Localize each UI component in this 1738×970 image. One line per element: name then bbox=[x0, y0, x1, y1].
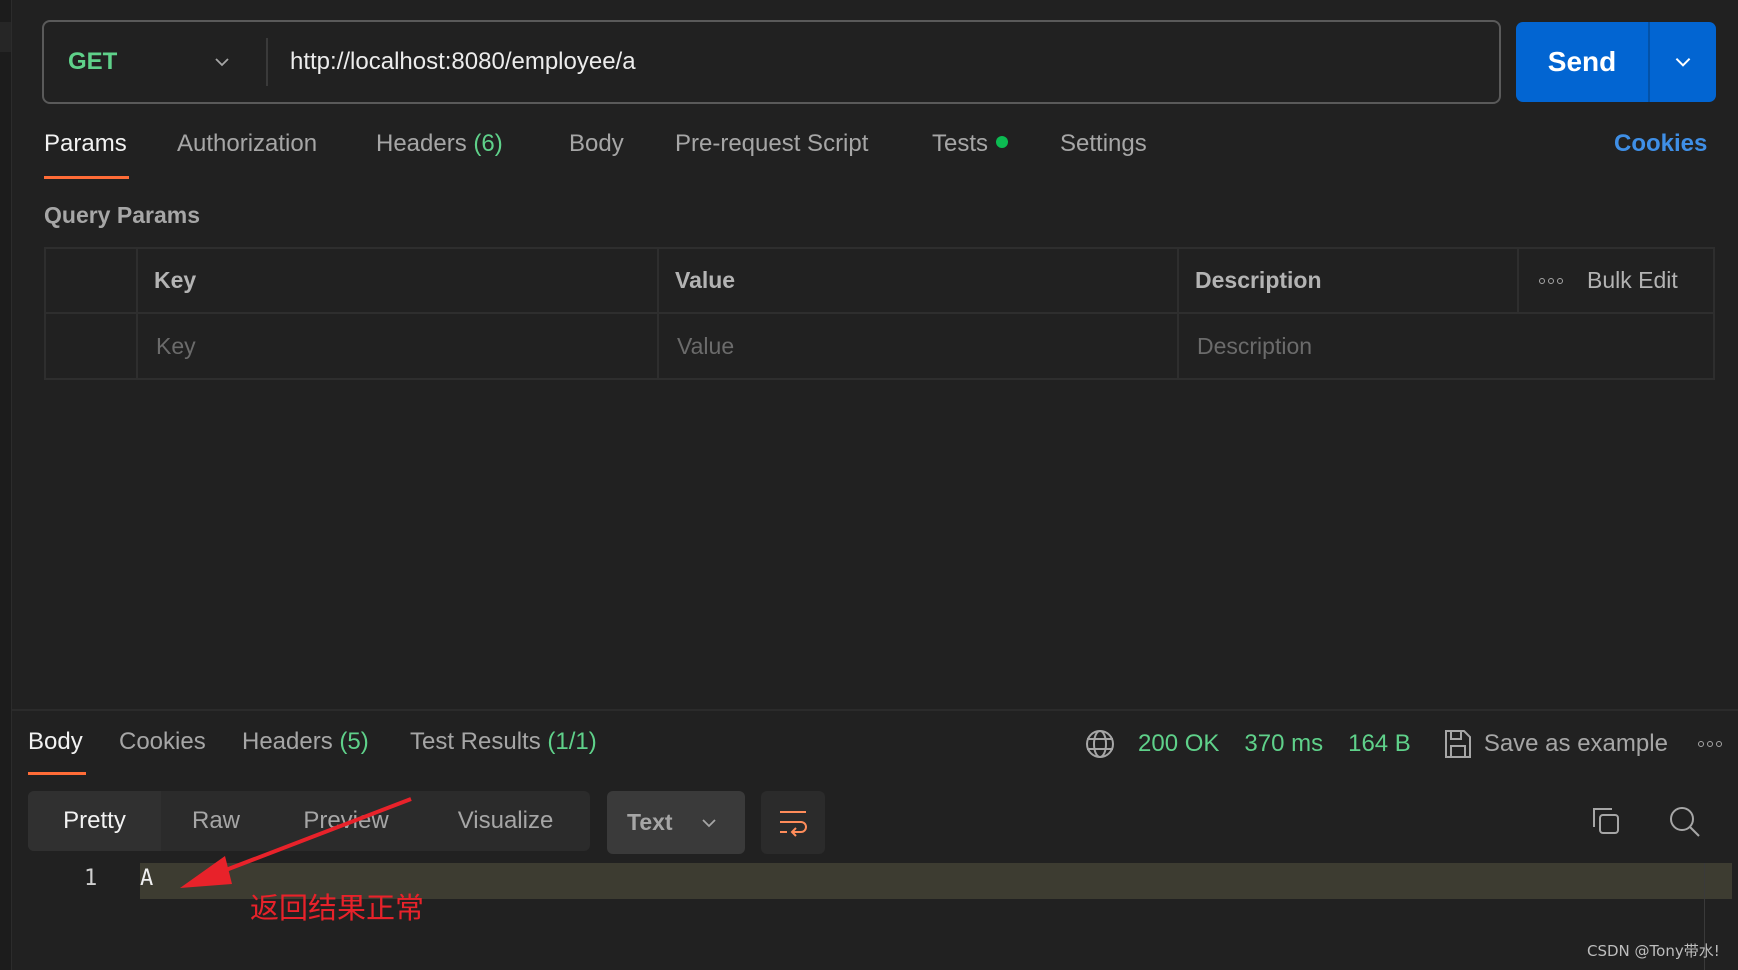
column-description: Description bbox=[1177, 249, 1517, 312]
response-tab-headers[interactable]: Headers (5) bbox=[242, 728, 369, 756]
line-number: 1 bbox=[84, 866, 98, 891]
format-select[interactable]: Text bbox=[607, 791, 745, 854]
chevron-down-icon bbox=[1675, 57, 1691, 67]
response-pane-divider[interactable] bbox=[12, 709, 1738, 711]
tab-label: Test Results bbox=[410, 728, 541, 755]
tab-label: Settings bbox=[1060, 130, 1147, 157]
tab-label: Cookies bbox=[119, 728, 206, 755]
test-results-count: (1/1) bbox=[547, 728, 597, 755]
view-pretty[interactable]: Pretty bbox=[28, 791, 161, 851]
table-row: Key Value Description bbox=[46, 314, 1713, 378]
bulk-edit-cell: Bulk Edit bbox=[1517, 249, 1713, 312]
cookies-link[interactable]: Cookies bbox=[1614, 130, 1707, 158]
chevron-down-icon bbox=[215, 58, 229, 67]
checkbox-column bbox=[46, 249, 136, 312]
column-key: Key bbox=[136, 249, 657, 312]
view-raw[interactable]: Raw bbox=[161, 791, 271, 851]
copy-icon bbox=[1593, 808, 1619, 834]
tab-authorization[interactable]: Authorization bbox=[177, 130, 317, 158]
response-tab-cookies[interactable]: Cookies bbox=[119, 728, 206, 756]
send-options-button[interactable] bbox=[1650, 22, 1716, 102]
tab-label: Headers bbox=[376, 130, 467, 157]
search-button[interactable] bbox=[1668, 805, 1704, 841]
query-params-title: Query Params bbox=[44, 202, 200, 228]
tab-pre-request-script[interactable]: Pre-request Script bbox=[675, 130, 868, 158]
active-tab-indicator bbox=[28, 772, 86, 775]
wrap-lines-button[interactable] bbox=[761, 791, 825, 854]
query-params-table: Key Value Description Bulk Edit Key Valu… bbox=[44, 247, 1715, 380]
sidebar-strip bbox=[0, 0, 12, 970]
active-tab-indicator bbox=[44, 176, 129, 179]
globe-icon[interactable] bbox=[1084, 728, 1116, 760]
description-input[interactable]: Description bbox=[1177, 314, 1713, 378]
row-checkbox-cell bbox=[46, 314, 136, 378]
method-select[interactable]: GET bbox=[44, 22, 266, 102]
url-divider bbox=[266, 38, 268, 86]
tab-settings[interactable]: Settings bbox=[1060, 130, 1147, 158]
response-tab-body[interactable]: Body bbox=[28, 728, 83, 756]
view-visualize[interactable]: Visualize bbox=[421, 791, 590, 851]
headers-count: (6) bbox=[473, 130, 503, 157]
copy-button[interactable] bbox=[1590, 805, 1626, 841]
tab-label: Authorization bbox=[177, 130, 318, 157]
save-as-example-button[interactable]: Save as example bbox=[1444, 729, 1668, 759]
format-select-value: Text bbox=[627, 809, 673, 835]
annotation-text: 返回结果正常 bbox=[250, 891, 425, 925]
send-button-group: Send bbox=[1516, 22, 1716, 102]
tab-label: Headers bbox=[242, 728, 333, 755]
bulk-edit-button[interactable]: Bulk Edit bbox=[1587, 267, 1678, 294]
response-size[interactable]: 164 B bbox=[1348, 730, 1411, 758]
status-code[interactable]: 200 OK bbox=[1138, 730, 1219, 758]
request-url-bar: GET http://localhost:8080/employee/a bbox=[42, 20, 1501, 104]
response-status-bar: 200 OK 370 ms 164 B Save as example bbox=[1084, 728, 1722, 760]
search-icon bbox=[1670, 807, 1700, 837]
save-icon bbox=[1444, 730, 1471, 758]
more-options-icon[interactable] bbox=[1539, 277, 1563, 284]
column-value: Value bbox=[657, 249, 1177, 312]
method-label: GET bbox=[68, 48, 118, 75]
chevron-down-icon bbox=[702, 819, 716, 828]
tab-tests[interactable]: Tests bbox=[932, 130, 1009, 158]
tab-label: Body bbox=[28, 728, 83, 755]
tab-body[interactable]: Body bbox=[569, 130, 624, 158]
wrap-lines-icon bbox=[780, 810, 807, 837]
response-time[interactable]: 370 ms bbox=[1244, 730, 1323, 758]
table-header-row: Key Value Description Bulk Edit bbox=[46, 249, 1713, 314]
watermark: CSDN @Tony带水! bbox=[1587, 942, 1720, 960]
tests-status-dot bbox=[996, 136, 1009, 148]
tab-label: Body bbox=[569, 130, 624, 157]
response-tab-test-results[interactable]: Test Results (1/1) bbox=[410, 728, 597, 756]
view-preview[interactable]: Preview bbox=[271, 791, 421, 851]
save-as-example-label: Save as example bbox=[1483, 730, 1668, 757]
view-mode-group: Pretty Raw Preview Visualize bbox=[28, 791, 590, 851]
tab-label: Pre-request Script bbox=[675, 130, 869, 157]
key-input[interactable]: Key bbox=[136, 314, 657, 378]
tab-params[interactable]: Params bbox=[44, 130, 127, 158]
more-options-icon[interactable] bbox=[1697, 741, 1722, 747]
tab-label: Tests bbox=[932, 130, 989, 157]
sidebar-block bbox=[0, 22, 11, 52]
url-input[interactable]: http://localhost:8080/employee/a bbox=[290, 22, 1480, 102]
tab-label: Params bbox=[44, 130, 127, 157]
value-input[interactable]: Value bbox=[657, 314, 1177, 378]
headers-count: (5) bbox=[339, 728, 369, 755]
response-body-text[interactable]: A bbox=[140, 866, 153, 891]
send-button[interactable]: Send bbox=[1516, 22, 1650, 102]
tab-headers[interactable]: Headers (6) bbox=[376, 130, 503, 158]
